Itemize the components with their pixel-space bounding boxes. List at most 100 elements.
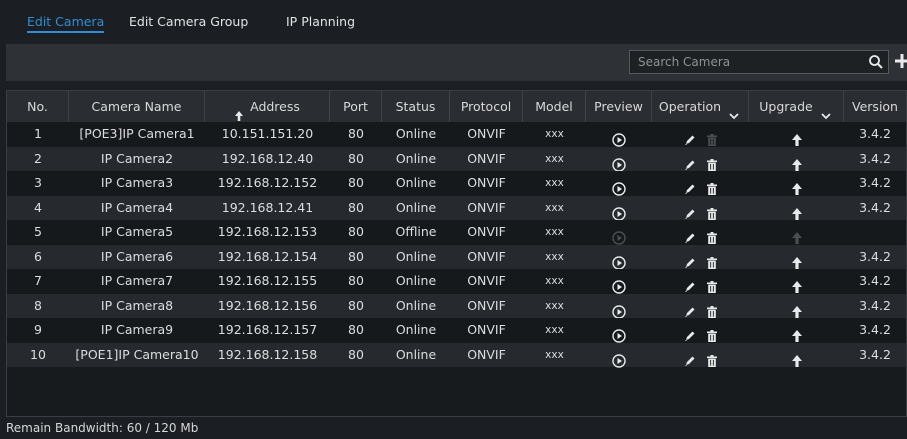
column-header-protocol[interactable]: Protocol	[450, 91, 523, 122]
camera-name: IP Camera8	[100, 297, 174, 313]
table-row[interactable]: 5 IP Camera5 192.168.12.153 80 Offline ONVIF x…	[7, 220, 906, 245]
play-circle-icon[interactable]	[612, 250, 626, 270]
arrow-up-icon[interactable]	[790, 324, 804, 342]
tab-edit-camera-group[interactable]: Edit Camera Group	[129, 14, 248, 29]
tab-edit-camera[interactable]: Edit Camera	[27, 14, 105, 33]
camera-port: 80	[348, 248, 364, 264]
row-number: 8	[34, 297, 42, 313]
trash-icon[interactable]	[705, 201, 719, 220]
pencil-icon[interactable]	[683, 299, 697, 317]
preview-cell	[586, 220, 652, 245]
table-row[interactable]: 1 [POE3]IP Camera1 10.151.151.20 80 Online ON…	[7, 122, 906, 147]
trash-icon[interactable]	[705, 177, 719, 195]
table-row[interactable]: 2 IP Camera2 192.168.12.40 80 Online ONVIF xxx…	[7, 146, 906, 172]
trash-icon[interactable]	[705, 226, 719, 244]
table-row[interactable]: 4 IP Camera4 192.168.12.41 80 Online ONVIF xxx…	[7, 195, 906, 221]
play-circle-icon[interactable]	[612, 152, 626, 172]
camera-status: Online	[395, 273, 437, 288]
pencil-icon[interactable]	[683, 128, 697, 145]
preview-cell	[586, 122, 652, 147]
pencil-icon[interactable]	[683, 201, 697, 219]
preview-cell	[586, 318, 652, 343]
trash-icon[interactable]	[705, 275, 719, 293]
arrow-up-icon[interactable]	[790, 201, 804, 220]
play-circle-icon[interactable]	[612, 275, 626, 294]
play-circle-icon[interactable]	[612, 324, 626, 343]
pencil-icon[interactable]	[683, 226, 697, 243]
sort-arrow-icon	[234, 102, 244, 121]
pencil-icon[interactable]	[683, 177, 697, 194]
arrow-up-icon[interactable]	[790, 250, 804, 269]
column-header-address[interactable]: Address	[205, 91, 330, 122]
play-circle-icon[interactable]	[612, 299, 626, 319]
trash-icon[interactable]	[705, 348, 719, 367]
tab-ip-planning[interactable]: IP Planning	[286, 14, 355, 29]
chevron-down-icon[interactable]	[727, 102, 741, 119]
pencil-icon[interactable]	[683, 275, 697, 292]
table-row[interactable]: 10 [POE1]IP Camera10 192.168.12.158 80 Onlin…	[7, 342, 906, 368]
trash-icon[interactable]	[705, 152, 719, 171]
column-header-camera-name[interactable]: Camera Name	[69, 91, 205, 122]
table-row[interactable]: 6 IP Camera6 192.168.12.154 80 Online ONVIF xx…	[7, 244, 906, 270]
arrow-up-icon[interactable]	[790, 299, 804, 318]
arrow-up-icon[interactable]	[790, 128, 804, 146]
column-header-upgrade[interactable]: Upgrade	[749, 91, 844, 122]
preview-cell	[586, 269, 652, 294]
camera-version: 3.4.2	[859, 248, 891, 264]
column-header-port[interactable]: Port	[330, 91, 382, 122]
operation-cell	[652, 147, 749, 172]
plus-icon[interactable]	[894, 53, 907, 69]
camera-protocol: ONVIF	[467, 273, 506, 288]
camera-address: 10.151.151.20	[221, 126, 314, 141]
upgrade-cell	[749, 343, 844, 368]
arrow-up-icon[interactable]	[790, 152, 804, 171]
play-circle-icon[interactable]	[612, 348, 626, 368]
camera-address: 192.168.12.41	[221, 199, 314, 215]
pencil-icon[interactable]	[683, 324, 697, 341]
upgrade-cell	[749, 122, 844, 147]
table-row[interactable]: 9 IP Camera9 192.168.12.157 80 Online ONVIF xx…	[7, 318, 906, 343]
pencil-icon[interactable]	[683, 348, 697, 366]
camera-protocol: ONVIF	[467, 248, 506, 264]
camera-status: Online	[395, 199, 437, 215]
operation-cell	[652, 171, 749, 196]
table-row[interactable]: 8 IP Camera8 192.168.12.156 80 Online ONVIF xx…	[7, 293, 906, 319]
arrow-up-icon[interactable]	[790, 348, 804, 367]
tab-bar: Edit Camera Edit Camera Group IP Plannin…	[0, 0, 907, 44]
chevron-down-icon[interactable]	[819, 102, 833, 119]
pencil-icon[interactable]	[683, 152, 697, 170]
search-input[interactable]	[630, 51, 862, 73]
play-circle-icon	[612, 226, 626, 245]
table-row[interactable]: 3 IP Camera3 192.168.12.152 80 Online ONVIF xx…	[7, 171, 906, 196]
play-circle-icon[interactable]	[612, 177, 626, 196]
row-number: 2	[34, 150, 42, 166]
column-header-version[interactable]: Version	[844, 91, 906, 122]
operation-cell	[652, 220, 749, 245]
camera-port: 80	[348, 346, 364, 362]
table-row[interactable]: 7 IP Camera7 192.168.12.155 80 Online ONVIF xx…	[7, 269, 906, 294]
column-header-status[interactable]: Status	[382, 91, 450, 122]
column-header-model[interactable]: Model	[523, 91, 586, 122]
column-header-operation[interactable]: Operation	[652, 91, 749, 122]
trash-icon[interactable]	[705, 250, 719, 269]
play-circle-icon[interactable]	[612, 201, 626, 221]
camera-version: 3.4.2	[859, 273, 891, 288]
camera-model: xxx	[545, 348, 564, 361]
camera-address: 192.168.12.156	[217, 297, 318, 313]
pencil-icon[interactable]	[683, 250, 697, 268]
camera-status: Online	[395, 126, 437, 141]
trash-icon[interactable]	[705, 324, 719, 342]
tab-label: Edit Camera	[27, 14, 105, 29]
camera-port: 80	[348, 297, 364, 313]
camera-name: IP Camera6	[100, 248, 174, 264]
column-header-preview[interactable]: Preview	[586, 91, 652, 122]
camera-address: 192.168.12.155	[217, 273, 318, 288]
arrow-up-icon[interactable]	[790, 275, 804, 293]
trash-icon[interactable]	[705, 299, 719, 318]
arrow-up-icon[interactable]	[790, 177, 804, 195]
play-circle-icon[interactable]	[612, 128, 626, 147]
search-icon[interactable]	[868, 54, 884, 70]
column-header-no[interactable]: No.	[7, 91, 69, 122]
camera-port: 80	[348, 199, 364, 215]
upgrade-cell	[749, 196, 844, 221]
